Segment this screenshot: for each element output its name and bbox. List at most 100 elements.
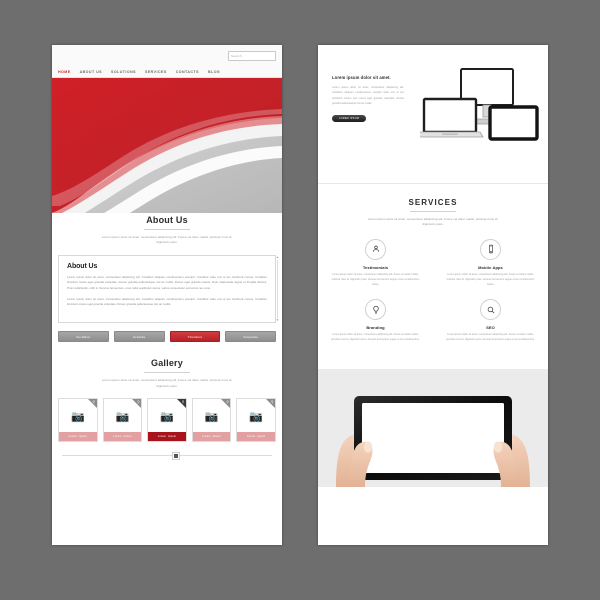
about-heading: About Us	[146, 215, 188, 225]
gallery-tag-right: Ipsum	[168, 434, 177, 438]
magnifier-search-icon	[480, 299, 501, 321]
gallery-tag-right: Ipsum	[78, 434, 88, 438]
gallery-tag-left: Lorem	[157, 434, 167, 438]
service-description: Lorem ipsum dolor sit amet, consectetur …	[446, 333, 535, 342]
nav-item-about-us[interactable]: ABOUT US	[80, 70, 102, 74]
zoom-icon[interactable]: ⚲	[226, 400, 229, 404]
services-subtitle: Lorem ipsum dolor sit amet, consectetur …	[367, 217, 499, 227]
screenshot-stage: Search HOME ABOUT US SOLUTIONS SERVICES …	[0, 0, 600, 600]
intro-cta-button[interactable]: LOREM IPSUM	[332, 115, 366, 123]
image-placeholder-icon: 📷	[115, 411, 130, 424]
gallery-carousel: ⚲ 📷 Lorem Ipsum ⚲ 📷 Lorem Ipsum ⚲ 📷 Lore…	[58, 397, 276, 442]
gallery-tag-left: Lorem	[68, 434, 77, 438]
chevron-down-icon[interactable]: ▼	[276, 319, 279, 322]
service-description: Lorem ipsum dolor sit amet, consectetur …	[446, 272, 535, 286]
intro-heading: Lorem ipsum dolor sit amet.	[332, 75, 391, 80]
button-vulputate[interactable]: Vulputate	[225, 331, 276, 343]
about-subtitle: Lorem ipsum dolor sit amet, consectetur …	[101, 235, 233, 245]
services-section: SERVICES Lorem ipsum dolor sit amet, con…	[318, 184, 548, 370]
site-header: Search HOME ABOUT US SOLUTIONS SERVICES …	[52, 45, 282, 78]
showcase-section	[318, 369, 548, 488]
zoom-icon[interactable]: ⚲	[271, 400, 274, 404]
gallery-tag-left: Lorem	[202, 434, 211, 438]
image-placeholder-icon: 📷	[249, 411, 264, 424]
mobile-phone-icon	[480, 238, 501, 260]
search-placeholder: Search	[231, 54, 242, 58]
service-item-testimonials[interactable]: Testimonials Lorem ipsum dolor sit amet,…	[318, 238, 433, 288]
gallery-item-active[interactable]: ⚲ 📷 Lorem Ipsum	[147, 397, 187, 442]
gallery-tag-right: Ipsum	[123, 434, 132, 438]
gallery-slider[interactable]	[62, 451, 272, 461]
service-item-mobile-apps[interactable]: Mobile Apps Lorem ipsum dolor sit amet, …	[433, 238, 548, 288]
services-heading-rule	[410, 211, 456, 212]
button-curabitur[interactable]: Curabitur	[58, 331, 109, 343]
slider-handle[interactable]	[173, 452, 180, 459]
service-title: Mobile Apps	[478, 264, 503, 270]
zoom-icon[interactable]: ⚲	[137, 400, 140, 404]
gallery-item[interactable]: ⚲ 📷 Lorem Ipsum	[58, 397, 98, 442]
website-mockup-page-one: Search HOME ABOUT US SOLUTIONS SERVICES …	[52, 45, 282, 545]
nav-item-services[interactable]: SERVICES	[145, 70, 167, 74]
intro-section: Lorem ipsum dolor sit amet. Lorem ipsum …	[318, 45, 548, 183]
service-title: SEO	[486, 325, 495, 331]
gallery-tag-left: Lorem	[246, 434, 256, 438]
intro-body: Lorem ipsum dolor sit amet, consectetur …	[332, 86, 404, 105]
service-description: Lorem ipsum dolor sit amet, consectetur …	[331, 272, 420, 286]
gallery-heading-rule	[144, 372, 190, 374]
about-scrollbar[interactable]: ▲ ▼	[276, 255, 279, 322]
nav-item-home[interactable]: HOME	[58, 70, 71, 74]
image-placeholder-icon: 📷	[70, 411, 85, 424]
zoom-icon[interactable]: ⚲	[182, 400, 185, 404]
zoom-icon[interactable]: ⚲	[93, 400, 96, 404]
devices-monitor-laptop-tablet-icon	[420, 68, 539, 141]
gallery-tag-left: Lorem	[113, 434, 122, 438]
service-title: Branding	[366, 325, 385, 331]
gallery-item-caption: Lorem Ipsum	[237, 431, 275, 441]
about-content-box: About Us Lorem ipsum dolor sit amet, con…	[58, 254, 279, 324]
image-placeholder-icon: 📷	[160, 411, 174, 424]
gallery-tag-right: Ipsum	[257, 434, 266, 438]
gallery-heading: Gallery	[151, 358, 183, 369]
gallery-item-caption: Lorem Ipsum	[148, 431, 186, 441]
service-description: Lorem ipsum dolor sit amet, consectetur …	[331, 333, 420, 342]
about-box-title: About Us	[67, 262, 98, 270]
gallery-item[interactable]: ⚲ 📷 Lorem Ipsum	[102, 397, 143, 442]
service-item-seo[interactable]: SEO Lorem ipsum dolor sit amet, consecte…	[433, 299, 548, 343]
button-tincidunt[interactable]: Tincidunt	[169, 331, 221, 343]
button-gravida[interactable]: Gravida	[113, 331, 165, 343]
gallery-item-caption: Lorem Ipsum	[59, 431, 97, 441]
nav-item-blog[interactable]: BLOG	[208, 70, 220, 74]
gallery-subtitle: Lorem ipsum dolor sit amet, consectetur …	[101, 378, 233, 388]
gallery-tag-right: Ipsum	[212, 434, 221, 438]
gallery-section: Gallery Lorem ipsum dolor sit amet, cons…	[52, 356, 282, 389]
gallery-item[interactable]: ⚲ 📷 Lorem Ipsum	[236, 397, 276, 442]
gallery-item[interactable]: ⚲ 📷 Lorem Ipsum	[191, 397, 232, 442]
nav-item-solutions[interactable]: SOLUTIONS	[111, 70, 136, 74]
slider-track[interactable]	[62, 454, 272, 456]
intro-copy: Lorem ipsum dolor sit amet. Lorem ipsum …	[332, 75, 404, 123]
services-grid: Testimonials Lorem ipsum dolor sit amet,…	[318, 238, 548, 355]
about-section: About Us Lorem ipsum dolor sit amet, con…	[52, 213, 282, 246]
nav-item-contacts[interactable]: CONTACTS	[176, 70, 199, 74]
chevron-up-icon[interactable]: ▲	[276, 255, 279, 259]
service-item-branding[interactable]: Branding Lorem ipsum dolor sit amet, con…	[318, 299, 433, 343]
lightbulb-icon	[365, 299, 386, 321]
about-paragraph-1: Lorem ipsum dolor sit amet, consectetur …	[67, 274, 267, 291]
gallery-item-caption: Lorem Ipsum	[192, 431, 231, 441]
about-paragraph-2: Lorem ipsum dolor sit amet, consectetur …	[67, 296, 267, 307]
user-testimonial-icon	[365, 238, 386, 260]
main-navigation: HOME ABOUT US SOLUTIONS SERVICES CONTACT…	[58, 70, 220, 74]
devices-illustration	[420, 67, 540, 162]
gallery-item-caption: Lorem Ipsum	[103, 431, 142, 441]
search-input[interactable]: Search	[228, 51, 276, 61]
services-heading: SERVICES	[408, 198, 458, 207]
red-wave-banner-icon	[52, 78, 282, 213]
website-mockup-page-two: Lorem ipsum dolor sit amet. Lorem ipsum …	[318, 45, 548, 545]
about-heading-rule	[144, 229, 190, 230]
hero-banner	[52, 78, 282, 213]
service-title: Testimonials	[362, 264, 389, 270]
about-button-row: Curabitur Gravida Tincidunt Vulputate	[58, 331, 276, 343]
image-placeholder-icon: 📷	[204, 411, 219, 424]
hands-holding-tablet-icon	[318, 369, 548, 488]
scrollbar-track[interactable]	[277, 259, 278, 319]
